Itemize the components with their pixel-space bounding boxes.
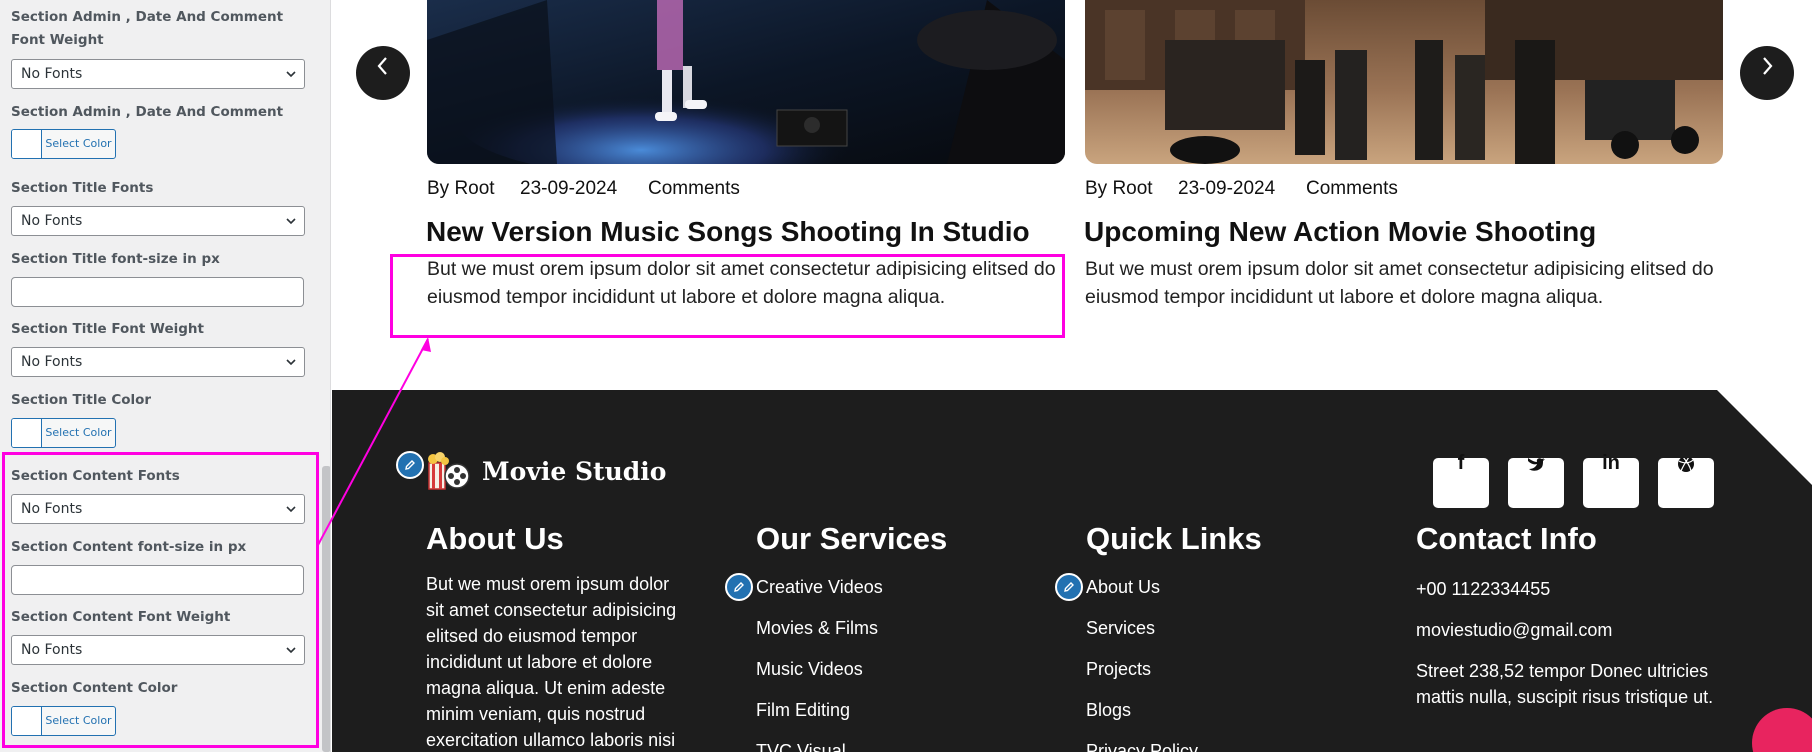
customizer-window: Section Admin , Date And Comment Font We… xyxy=(0,0,1812,752)
contact-phone[interactable]: +00 1122334455 xyxy=(1416,576,1716,602)
edit-shortcut-quick-links[interactable] xyxy=(1055,573,1083,601)
footer-heading-services: Our Services xyxy=(756,521,948,556)
logo-icon xyxy=(428,452,470,490)
footer-link[interactable]: Creative Videos xyxy=(756,577,883,598)
footer-link[interactable]: Movies & Films xyxy=(756,618,878,639)
facebook-icon: f xyxy=(1457,452,1465,474)
pencil-icon xyxy=(405,460,415,470)
facebook-button[interactable]: f xyxy=(1433,452,1489,508)
footer-about-text: But we must orem ipsum dolor sit amet co… xyxy=(426,574,677,750)
linkedin-button[interactable]: in xyxy=(1583,452,1639,508)
footer-link[interactable]: Services xyxy=(1086,618,1155,639)
linkedin-icon: in xyxy=(1602,452,1620,474)
footer-link[interactable]: Privacy Policy xyxy=(1086,741,1198,752)
dribbble-button[interactable] xyxy=(1658,458,1714,508)
logo-text[interactable]: Movie Studio xyxy=(482,457,666,486)
pencil-icon xyxy=(1064,582,1074,592)
edit-shortcut-services[interactable] xyxy=(725,573,753,601)
footer-link[interactable]: Blogs xyxy=(1086,700,1131,721)
footer-link[interactable]: About Us xyxy=(1086,577,1160,598)
footer-link[interactable]: Music Videos xyxy=(756,659,863,680)
footer-link[interactable]: TVC Visual xyxy=(756,741,846,752)
edit-shortcut-logo[interactable] xyxy=(396,451,424,479)
dribbble-icon xyxy=(1678,458,1694,472)
footer-heading-quick-links: Quick Links xyxy=(1086,521,1262,556)
twitter-button[interactable] xyxy=(1508,458,1564,508)
footer-heading-about: About Us xyxy=(426,521,564,556)
pencil-icon xyxy=(734,582,744,592)
footer-heading-contact: Contact Info xyxy=(1416,521,1597,556)
contact-address: Street 238,52 tempor Donec ultricies mat… xyxy=(1416,661,1714,707)
footer-link[interactable]: Projects xyxy=(1086,659,1151,680)
footer-link[interactable]: Film Editing xyxy=(756,700,850,721)
twitter-icon xyxy=(1528,458,1545,471)
contact-email[interactable]: moviestudio@gmail.com xyxy=(1416,617,1716,643)
